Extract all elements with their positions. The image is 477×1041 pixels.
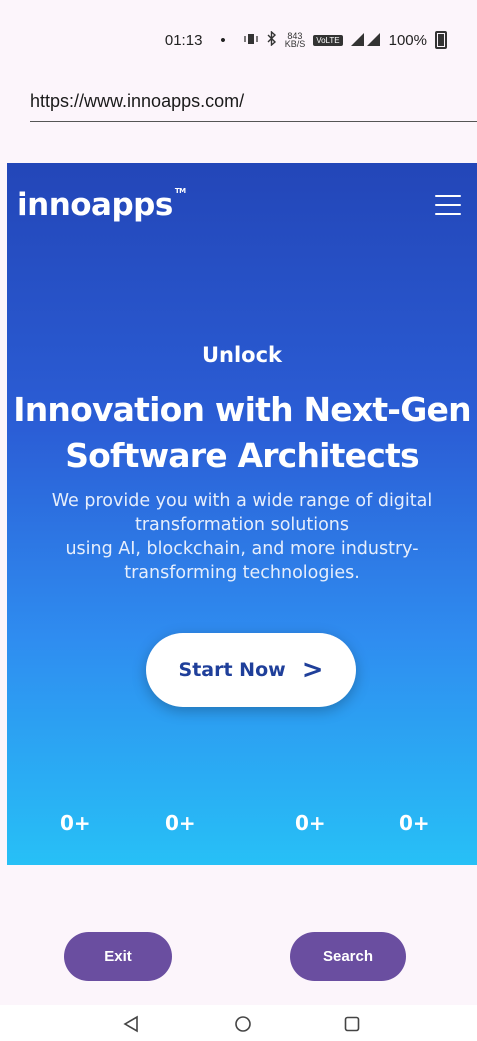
hero-title: Innovation with Next-Gen Software Archit… <box>7 387 477 479</box>
start-now-label: Start Now <box>178 659 286 681</box>
hero-kicker: Unlock <box>201 343 283 367</box>
home-icon[interactable] <box>232 1013 254 1035</box>
system-nav-bar <box>0 1005 477 1041</box>
vibrate-icon <box>244 32 258 49</box>
stat-counter-3: 0+ <box>295 811 326 835</box>
url-bar[interactable]: https://www.innoapps.com/ <box>30 84 477 122</box>
hero-title-line2: Software Architects <box>65 436 419 475</box>
hero-desc-line4: transforming technologies. <box>124 563 360 583</box>
recents-icon[interactable] <box>341 1013 363 1035</box>
signal-icon <box>350 31 381 49</box>
network-speed: 843 KB/S <box>284 32 306 49</box>
back-icon[interactable] <box>120 1013 142 1035</box>
start-now-button[interactable]: Start Now > <box>146 633 356 707</box>
chevron-right-icon: > <box>301 655 324 685</box>
volte-badge: VoLTE <box>313 34 343 46</box>
notification-dot: • <box>220 31 226 49</box>
site-logo[interactable]: innoapps TM <box>17 187 186 223</box>
stat-counter-1: 0+ <box>60 811 91 835</box>
battery-percent: 100% <box>388 31 427 49</box>
hero-desc-line2: transformation solutions <box>134 515 350 535</box>
stat-counter-4: 0+ <box>399 811 430 835</box>
network-speed-unit: KB/S <box>284 39 306 49</box>
url-input[interactable]: https://www.innoapps.com/ <box>30 84 477 118</box>
logo-trademark: TM <box>174 187 186 195</box>
hamburger-menu-icon[interactable] <box>435 195 461 215</box>
hero-description: We provide you with a wide range of digi… <box>21 489 463 585</box>
bluetooth-icon <box>266 30 277 49</box>
exit-button[interactable]: Exit <box>64 932 172 981</box>
hero-desc-line1: We provide you with a wide range of digi… <box>51 491 433 511</box>
webview: innoapps TM Unlock Innovation with Next-G… <box>7 163 477 865</box>
stat-counter-2: 0+ <box>165 811 196 835</box>
search-button[interactable]: Search <box>290 932 406 981</box>
logo-text: innoapps <box>17 187 173 223</box>
hero-desc-line3: using AI, blockchain, and more industry- <box>65 539 419 559</box>
battery-icon <box>435 31 447 49</box>
status-bar: 01:13 • 843 KB/S VoLTE 100% <box>0 0 477 80</box>
stats-row: 0+ 0+ 0+ 0+ <box>7 811 477 841</box>
hero-title-line1: Innovation with Next-Gen <box>13 390 471 429</box>
clock: 01:13 <box>164 31 203 49</box>
